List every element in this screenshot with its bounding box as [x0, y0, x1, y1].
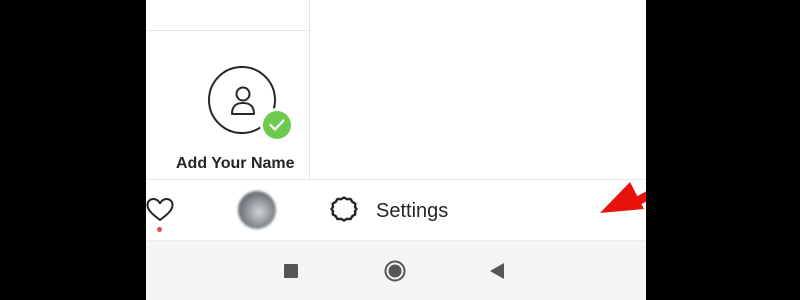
phone-screen: Add Your Name Settings: [146, 0, 646, 300]
add-profile-photo[interactable]: [208, 66, 294, 142]
person-outline-icon: [231, 86, 255, 115]
settings-menu-item[interactable]: Settings: [310, 180, 646, 240]
gear-icon: [330, 196, 358, 222]
bottom-tab-bar: [146, 179, 310, 240]
add-your-name-link[interactable]: Add Your Name: [176, 155, 310, 173]
square-icon[interactable]: [284, 264, 298, 278]
screenshot-frame: Add Your Name Settings: [0, 0, 800, 300]
circle-icon[interactable]: [384, 260, 406, 282]
verified-badge: [260, 108, 294, 142]
triangle-back-icon[interactable]: [489, 262, 505, 280]
heart-icon[interactable]: [146, 196, 174, 224]
profile-tab-avatar[interactable]: [238, 191, 276, 229]
notification-dot: [157, 227, 162, 232]
check-icon: [269, 119, 285, 131]
menu-panel: Settings: [310, 0, 646, 240]
divider: [146, 179, 310, 180]
divider: [146, 30, 310, 31]
settings-label: Settings: [376, 200, 449, 222]
android-navigation-bar: [146, 240, 646, 300]
